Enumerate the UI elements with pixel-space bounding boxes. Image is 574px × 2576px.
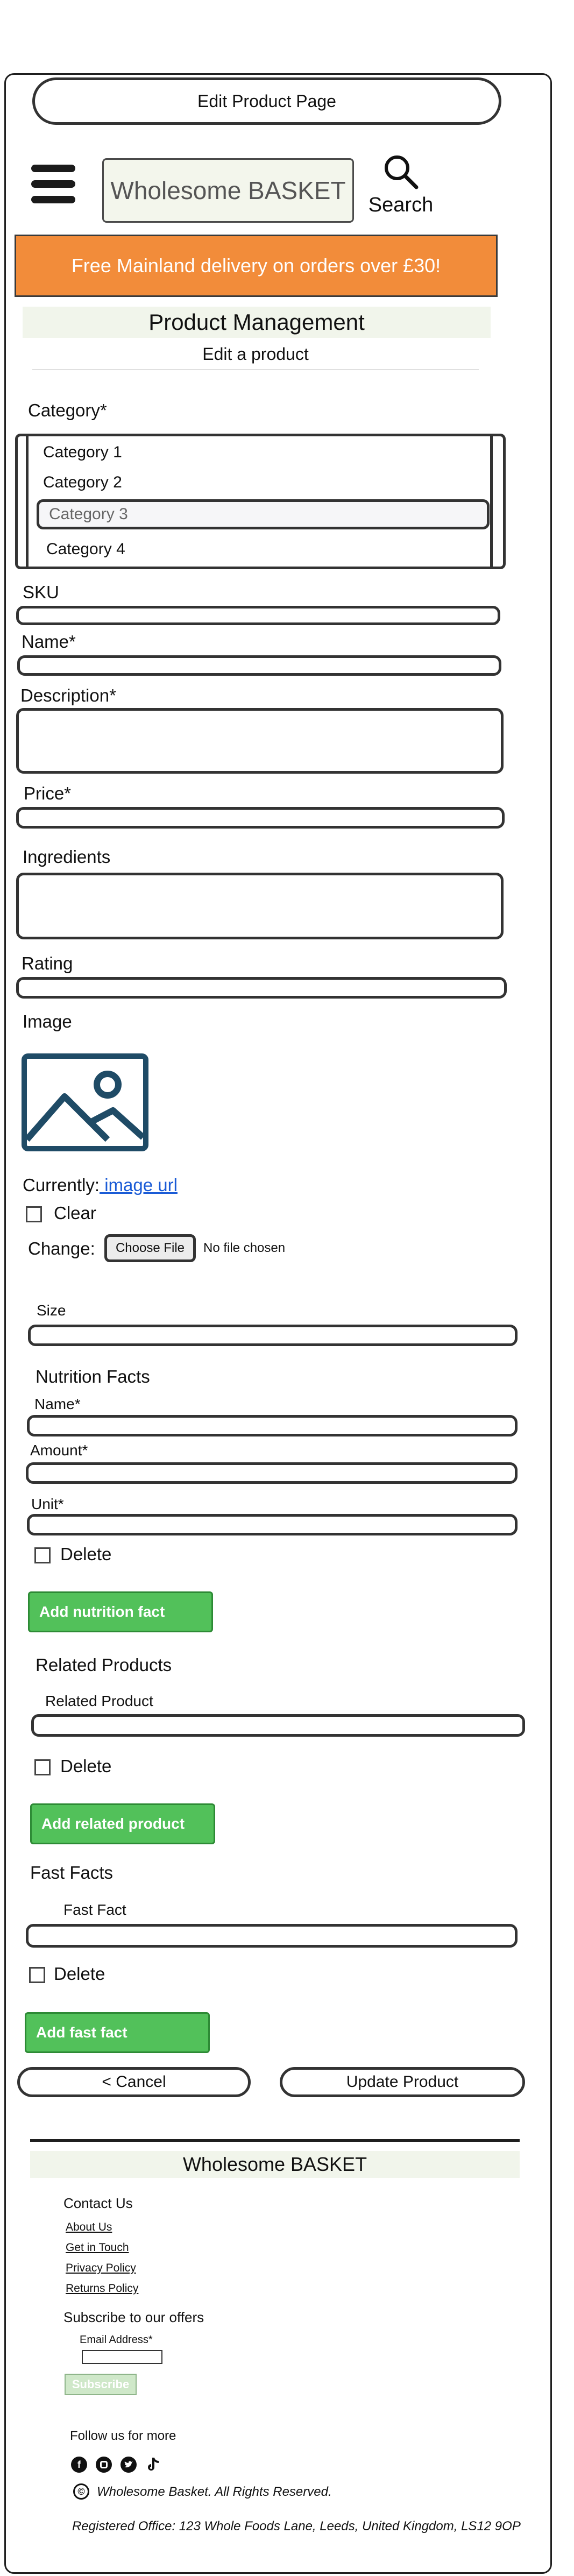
add-fast-fact-button[interactable]: Add fast fact	[25, 2012, 210, 2053]
logo[interactable]: Wholesome BASKET	[102, 158, 354, 223]
social-links: f	[71, 2457, 161, 2473]
page-subtitle: Edit a product	[32, 344, 479, 370]
name-label: Name*	[22, 632, 76, 652]
related-delete-label: Delete	[60, 1756, 112, 1776]
cancel-button[interactable]: < Cancel	[17, 2067, 251, 2097]
nutrition-amount-input[interactable]	[26, 1462, 518, 1484]
footer-link-privacy[interactable]: Privacy Policy	[66, 2262, 136, 2275]
twitter-icon[interactable]	[121, 2457, 137, 2473]
update-product-button[interactable]: Update Product	[280, 2067, 525, 2097]
price-label: Price*	[24, 783, 72, 803]
instagram-icon[interactable]	[96, 2457, 112, 2473]
category-option[interactable]: Category 4	[46, 540, 125, 558]
image-placeholder-icon	[22, 1053, 148, 1151]
sku-label: SKU	[23, 582, 59, 602]
search-button[interactable]: Search	[366, 153, 436, 217]
category-option[interactable]: Category 1	[43, 443, 122, 462]
search-label: Search	[368, 194, 434, 216]
tiktok-icon[interactable]	[145, 2457, 161, 2473]
footer-brand: Wholesome BASKET	[30, 2151, 520, 2178]
no-file-text: No file chosen	[203, 1241, 286, 1255]
subscribe-button[interactable]: Subscribe	[65, 2374, 137, 2395]
facebook-icon[interactable]: f	[71, 2457, 87, 2473]
related-heading: Related Products	[36, 1655, 172, 1675]
email-label: Email Address*	[80, 2334, 153, 2346]
copyright-icon: ©	[73, 2483, 89, 2500]
change-label: Change:	[28, 1239, 95, 1258]
footer-link-about[interactable]: About Us	[66, 2221, 112, 2234]
category-label: Category*	[28, 400, 107, 420]
follow-heading: Follow us for more	[70, 2429, 176, 2443]
ingredients-textarea[interactable]	[16, 873, 504, 939]
related-product-label: Related Product	[45, 1693, 153, 1709]
related-delete-checkbox[interactable]	[34, 1759, 51, 1775]
fast-fact-input[interactable]	[26, 1924, 518, 1948]
add-related-product-button[interactable]: Add related product	[30, 1803, 215, 1844]
size-input[interactable]	[28, 1325, 518, 1346]
ingredients-label: Ingredients	[23, 847, 111, 867]
category-option[interactable]: Category 2	[43, 473, 122, 492]
fast-fact-delete-checkbox[interactable]	[29, 1967, 45, 1983]
description-textarea[interactable]	[16, 708, 504, 774]
section-title: Product Management	[23, 307, 491, 338]
nutrition-name-input[interactable]	[27, 1415, 518, 1436]
search-icon	[385, 155, 419, 189]
email-input[interactable]	[82, 2350, 162, 2364]
footer-link-contact[interactable]: Get in Touch	[66, 2241, 129, 2254]
description-label: Description*	[20, 685, 116, 705]
choose-file-button[interactable]: Choose File	[104, 1234, 196, 1262]
currently-label: Currently:	[23, 1175, 100, 1195]
hamburger-menu-icon[interactable]	[31, 165, 75, 203]
delivery-banner: Free Mainland delivery on orders over £3…	[15, 235, 498, 297]
currently-row: Currently: image url	[23, 1175, 178, 1195]
price-input[interactable]	[16, 807, 505, 829]
rating-label: Rating	[22, 953, 73, 973]
nutrition-unit-label: Unit*	[31, 1496, 64, 1512]
subscribe-heading: Subscribe to our offers	[63, 2309, 204, 2325]
image-label: Image	[23, 1011, 72, 1031]
related-product-input[interactable]	[31, 1714, 525, 1737]
nutrition-heading: Nutrition Facts	[36, 1367, 150, 1386]
page-title: Edit Product Page	[32, 77, 501, 125]
fast-facts-heading: Fast Facts	[30, 1863, 114, 1883]
nutrition-delete-checkbox[interactable]	[34, 1547, 51, 1563]
nutrition-delete-label: Delete	[60, 1544, 112, 1564]
clear-label: Clear	[54, 1203, 96, 1223]
name-input[interactable]	[17, 655, 501, 676]
image-url-link[interactable]: image url	[100, 1175, 178, 1195]
category-option-selected[interactable]: Category 3	[37, 499, 490, 529]
fast-fact-label: Fast Fact	[63, 1901, 126, 1918]
add-nutrition-fact-button[interactable]: Add nutrition fact	[28, 1591, 213, 1632]
rating-input[interactable]	[16, 977, 507, 999]
nutrition-name-label: Name*	[34, 1396, 81, 1412]
size-label: Size	[37, 1302, 66, 1319]
contact-heading: Contact Us	[63, 2195, 133, 2211]
nutrition-amount-label: Amount*	[30, 1442, 88, 1459]
fast-fact-delete-label: Delete	[54, 1964, 105, 1984]
footer-divider	[30, 2139, 520, 2142]
nutrition-unit-input[interactable]	[27, 1514, 518, 1535]
footer-link-returns[interactable]: Returns Policy	[66, 2282, 138, 2295]
registered-office: Registered Office: 123 Whole Foods Lane,…	[72, 2519, 521, 2533]
copyright-text: Wholesome Basket. All Rights Reserved.	[97, 2485, 332, 2499]
clear-checkbox[interactable]	[26, 1206, 42, 1222]
sku-input[interactable]	[16, 606, 500, 625]
